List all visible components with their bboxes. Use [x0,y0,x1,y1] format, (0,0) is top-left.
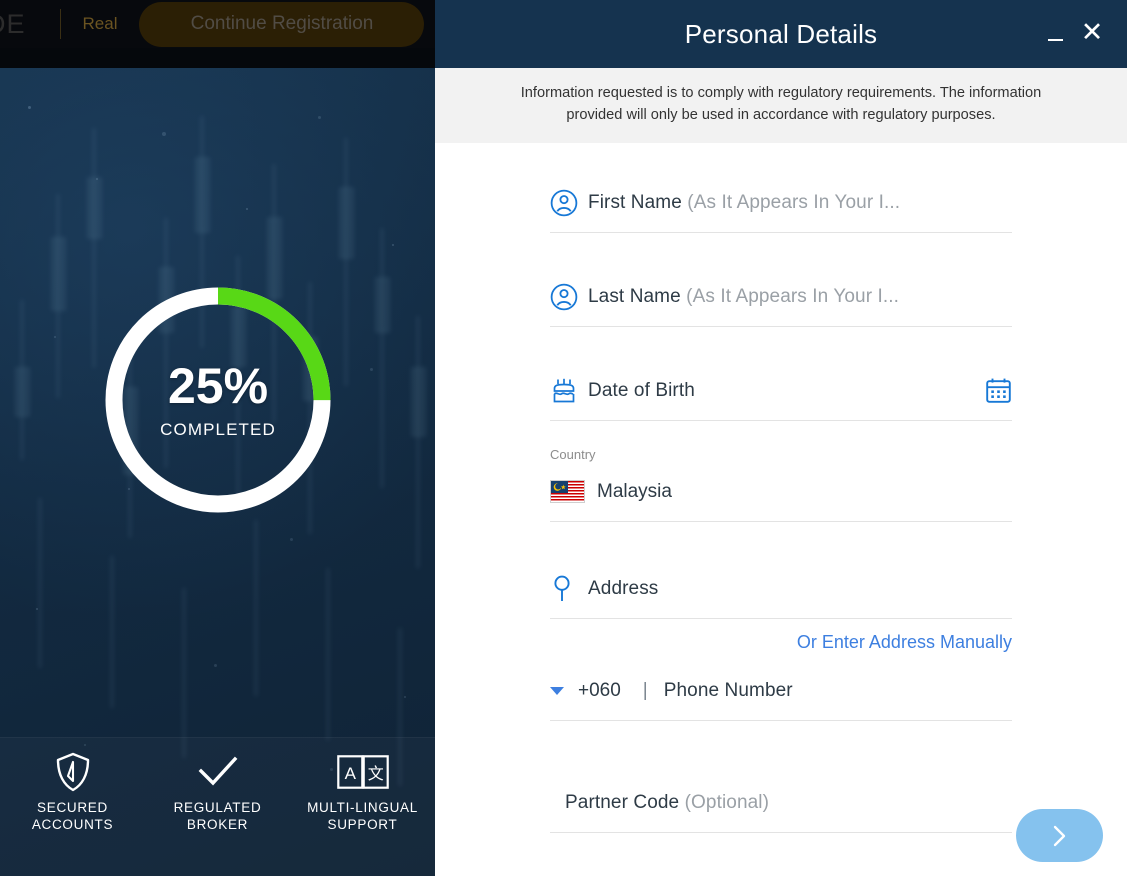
field-gap [550,522,1012,560]
shield-icon [3,751,143,793]
date-of-birth-label: Date of Birth [588,379,695,401]
feature-label-line2: BROKER [186,817,249,833]
feature-label-line1: REGULATED [173,800,262,815]
continue-registration-button[interactable]: Continue Registration [139,1,425,47]
personal-details-dialog: Personal Details ✕ Information requested… [435,0,1127,876]
check-icon [148,751,288,793]
svg-text:A: A [344,764,356,783]
regulatory-note: Information requested is to comply with … [435,68,1127,143]
person-icon [550,189,588,217]
phone-separator: | [642,679,648,701]
registration-screen: DE NCE Real Continue Registration Balanc… [0,0,1127,876]
calendar-icon[interactable] [985,377,1012,404]
country-code-dropdown[interactable] [550,686,578,695]
promo-features: SECURED ACCOUNTS REGULATED BROKER A 文 MU… [0,737,435,876]
first-name-label: First Name [588,191,682,213]
last-name-label: Last Name [588,285,681,307]
feature-label-line1: MULTI-LINGUAL [307,800,418,815]
last-name-hint: (As It Appears In Your I... [686,285,900,307]
address-label: Address [588,577,659,599]
partner-code-label: Partner Code [565,791,680,813]
enter-address-manually-link[interactable]: Or Enter Address Manually [550,619,1012,653]
feature-label-line2: ACCOUNTS [31,817,114,833]
account-type-label[interactable]: Real [83,14,118,34]
feature-secured-accounts: SECURED ACCOUNTS [3,751,143,834]
chevron-down-icon [550,686,564,695]
country-caption: Country [550,446,596,462]
person-icon [550,283,588,311]
date-of-birth-field[interactable]: Date of Birth [550,362,1012,421]
personal-details-form: First Name (As It Appears In Your I... L… [435,143,1127,876]
app-logo: DE NCE [0,8,26,39]
country-field[interactable]: Country Malaysia [550,447,1012,522]
country-value: Malaysia [597,480,672,502]
dialog-title: Personal Details [684,18,878,49]
partner-code-field[interactable]: Partner Code (Optional) [550,774,1012,833]
close-button[interactable]: ✕ [1079,18,1105,47]
partner-code-hint: (Optional) [684,791,770,813]
location-pin-icon [550,574,588,604]
translate-icon: A 文 [293,751,433,793]
registration-progress-ring: 25% COMPLETED [98,280,338,520]
field-gap [550,233,1012,268]
feature-label-line1: SECURED [37,800,108,815]
last-name-field[interactable]: Last Name (As It Appears In Your I... [550,268,1012,327]
dialog-header: Personal Details ✕ [435,0,1127,68]
minimize-button[interactable] [1044,19,1066,49]
first-name-hint: (As It Appears In Your I... [687,191,901,213]
app-logo-text: DE [0,8,26,39]
phone-dial-code: +060 [578,679,621,701]
phone-field[interactable]: +060 | Phone Number [550,662,1012,721]
window-controls: ✕ [1044,0,1105,68]
feature-label-line2: SUPPORT [327,817,398,833]
birthday-cake-icon [550,377,588,405]
next-button[interactable] [1016,809,1103,862]
flag-malaysia-icon [550,480,585,504]
field-gap [550,421,1012,463]
phone-number-label: Phone Number [663,679,793,701]
field-gap [550,327,1012,362]
feature-regulated-broker: REGULATED BROKER [148,751,288,834]
address-field[interactable]: Address [550,560,1012,619]
topbar-divider [59,9,61,39]
chevron-right-icon [1053,825,1065,846]
promo-panel: 25% COMPLETED SECURED ACCOUNTS REGULATED… [0,68,435,876]
svg-text:文: 文 [367,764,383,783]
feature-multilingual-support: A 文 MULTI-LINGUAL SUPPORT [293,751,433,834]
first-name-field[interactable]: First Name (As It Appears In Your I... [550,174,1012,233]
